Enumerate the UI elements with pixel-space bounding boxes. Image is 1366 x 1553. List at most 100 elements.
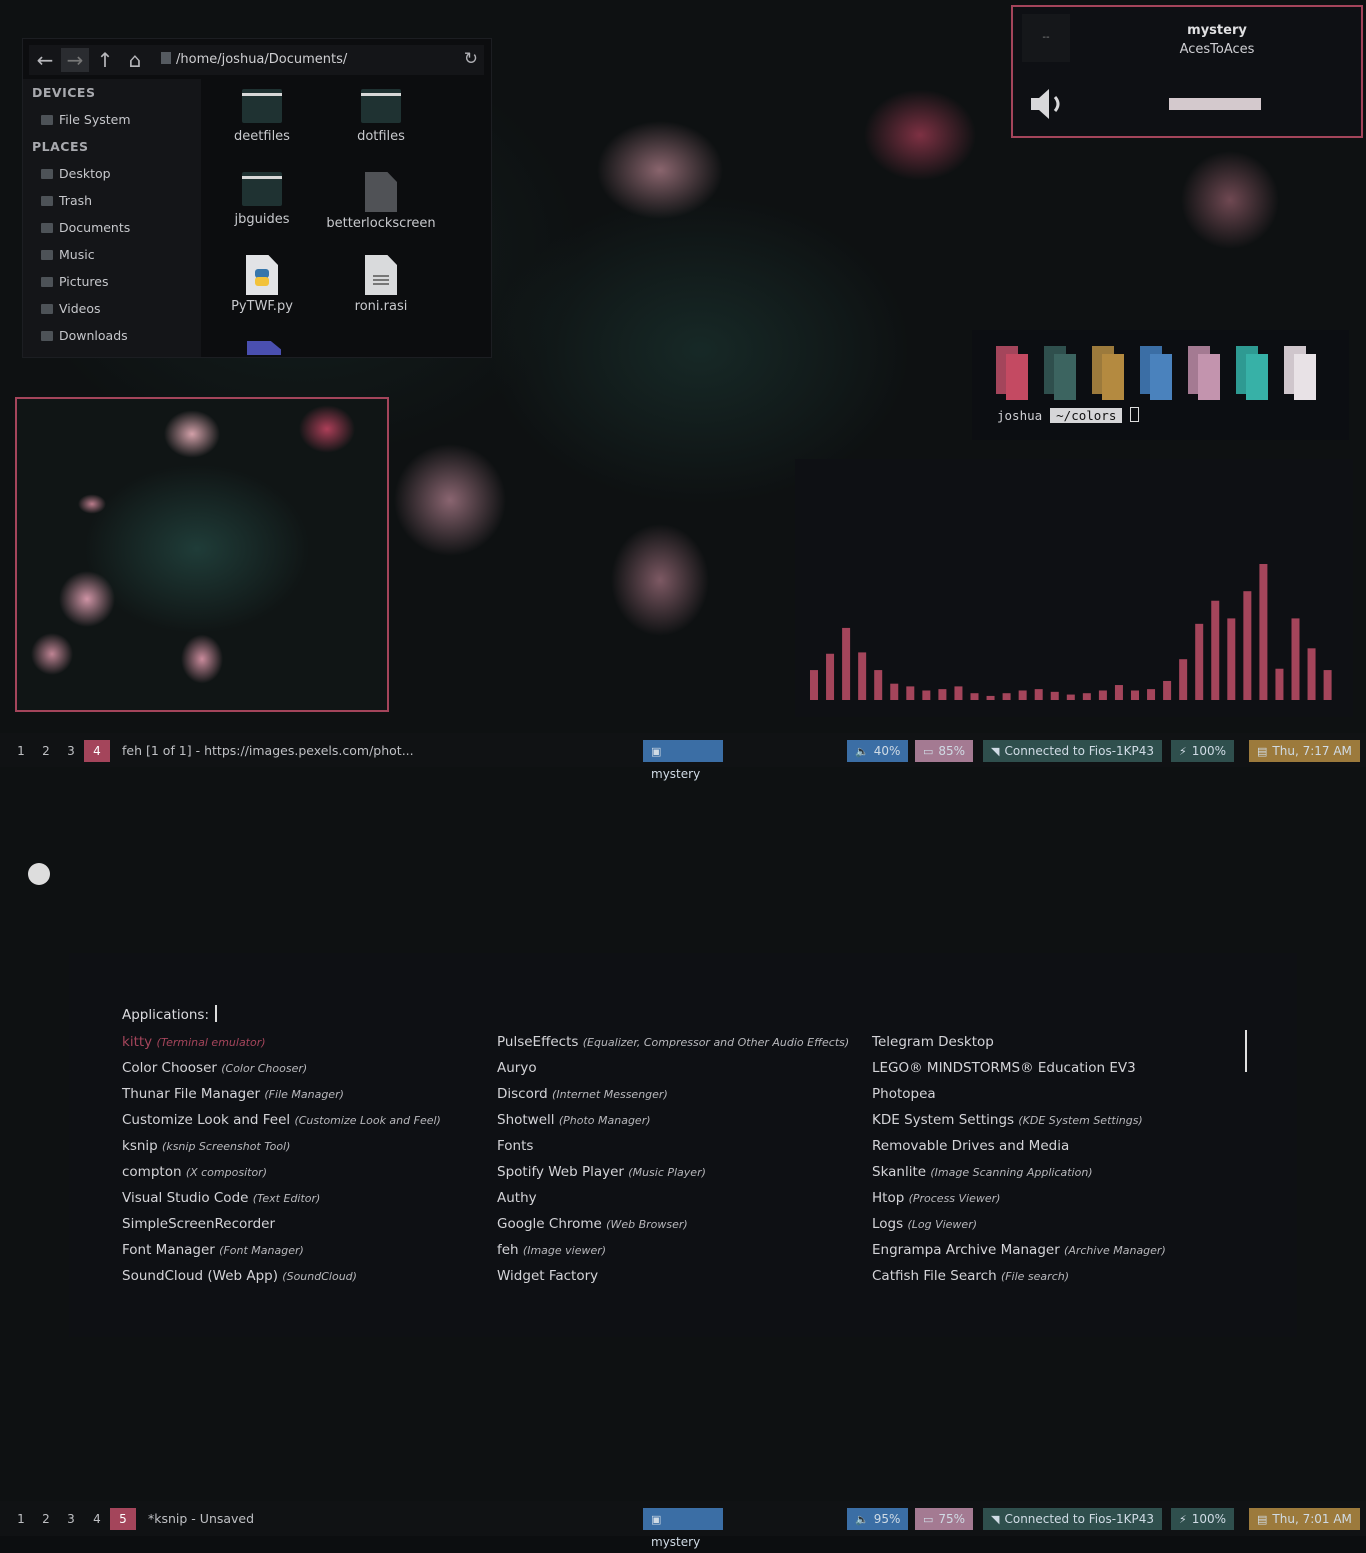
file-item[interactable]: PyTWF.py: [207, 255, 317, 314]
file-item[interactable]: roni.rasi: [326, 255, 436, 314]
workspace-2[interactable]: 2: [33, 740, 59, 762]
workspace-3[interactable]: 3: [58, 740, 84, 762]
memory-icon: ▭: [923, 745, 934, 758]
workspace-4[interactable]: 4: [84, 740, 110, 762]
launcher-entry[interactable]: KDE System Settings (KDE System Settings…: [872, 1112, 1143, 1128]
file-icon[interactable]: [247, 341, 281, 355]
launcher-scrollbar[interactable]: [1245, 1030, 1247, 1072]
forward-button[interactable]: →: [61, 48, 89, 72]
bottom-status-bar: 12345 *ksnip - Unsaved ▣mystery 🔈 95% ▭ 75…: [0, 1501, 1366, 1549]
launcher-entry[interactable]: ksnip (ksnip Screenshot Tool): [122, 1138, 290, 1154]
launcher-entry[interactable]: Skanlite (Image Scanning Application): [872, 1164, 1093, 1180]
speaker-icon[interactable]: [1027, 84, 1067, 124]
launcher-prompt[interactable]: Applications:: [122, 1005, 218, 1023]
back-button[interactable]: ←: [31, 48, 59, 72]
app-name: ksnip: [122, 1138, 158, 1154]
workspace-5[interactable]: 5: [110, 1508, 136, 1530]
sidebar-item-music[interactable]: Music: [41, 247, 95, 262]
clock-module[interactable]: ▤ Thu, 7:01 AM: [1249, 1508, 1360, 1530]
file-item[interactable]: jbguides: [207, 172, 317, 227]
workspace-4[interactable]: 4: [84, 1508, 110, 1530]
launcher-entry[interactable]: Photopea: [872, 1086, 936, 1102]
launcher-entry[interactable]: Visual Studio Code (Text Editor): [122, 1190, 320, 1206]
launcher-entry[interactable]: Fonts: [497, 1138, 533, 1154]
color-swatch: [1044, 346, 1076, 400]
app-name: Customize Look and Feel: [122, 1112, 291, 1128]
music-module[interactable]: ▣mystery: [643, 1508, 723, 1549]
sidebar-item-desktop[interactable]: Desktop: [41, 166, 111, 181]
file-item[interactable]: deetfiles: [207, 89, 317, 144]
battery-icon: ⚡: [1179, 1513, 1187, 1526]
place-icon: [41, 250, 53, 260]
launcher-entry[interactable]: Color Chooser (Color Chooser): [122, 1060, 307, 1076]
launcher-entry[interactable]: SimpleScreenRecorder: [122, 1216, 275, 1232]
file-item[interactable]: betterlockscreen: [326, 172, 436, 231]
script-file-icon: [365, 172, 397, 212]
application-launcher[interactable]: Applications: kitty (Terminal emulator) C…: [69, 953, 1297, 1337]
memory-module: ▭ 75%: [915, 1508, 974, 1530]
app-name: Htop: [872, 1190, 905, 1206]
launcher-entry[interactable]: Telegram Desktop: [872, 1034, 994, 1050]
sidebar-item-downloads[interactable]: Downloads: [41, 328, 128, 343]
path-bar[interactable]: /home/joshua/Documents/: [161, 45, 347, 75]
launcher-entry[interactable]: Htop (Process Viewer): [872, 1190, 1000, 1206]
launcher-entry[interactable]: feh (Image viewer): [497, 1242, 606, 1258]
visualizer-bar: [1066, 694, 1075, 700]
file-item[interactable]: dotfiles: [326, 89, 436, 144]
volume-module[interactable]: 🔈 40%: [847, 740, 909, 762]
sidebar-item-label: Videos: [59, 301, 101, 316]
launcher-entry[interactable]: Google Chrome (Web Browser): [497, 1216, 688, 1232]
sidebar-item-file-system[interactable]: File System: [41, 112, 131, 127]
launcher-entry[interactable]: Discord (Internet Messenger): [497, 1086, 668, 1102]
app-description: (Photo Manager): [558, 1114, 651, 1127]
launcher-entry[interactable]: Thunar File Manager (File Manager): [122, 1086, 344, 1102]
music-module[interactable]: ▣mystery: [643, 740, 723, 781]
wifi-module[interactable]: ◥ Connected to Fios-1KP43: [983, 740, 1163, 762]
wifi-module[interactable]: ◥ Connected to Fios-1KP43: [983, 1508, 1163, 1530]
launcher-entry[interactable]: Removable Drives and Media: [872, 1138, 1069, 1154]
sidebar-item-documents[interactable]: Documents: [41, 220, 130, 235]
image-viewer-window[interactable]: [15, 397, 389, 712]
launcher-entry[interactable]: compton (X compositor): [122, 1164, 267, 1180]
launcher-entry[interactable]: PulseEffects (Equalizer, Compressor and …: [497, 1034, 849, 1050]
workspace-1[interactable]: 1: [8, 740, 34, 762]
sidebar-item-pictures[interactable]: Pictures: [41, 274, 109, 289]
launcher-entry[interactable]: Engrampa Archive Manager (Archive Manage…: [872, 1242, 1166, 1258]
launcher-entry[interactable]: kitty (Terminal emulator): [122, 1034, 266, 1050]
sidebar-item-label: Music: [59, 247, 95, 262]
clock-module[interactable]: ▤ Thu, 7:17 AM: [1249, 740, 1360, 762]
launcher-entry[interactable]: Auryo: [497, 1060, 537, 1076]
workspace-1[interactable]: 1: [8, 1508, 34, 1530]
workspace-3[interactable]: 3: [58, 1508, 84, 1530]
app-description: (Internet Messenger): [552, 1088, 668, 1101]
reload-icon[interactable]: ↻: [464, 49, 478, 69]
launcher-entry[interactable]: Shotwell (Photo Manager): [497, 1112, 651, 1128]
launcher-entry[interactable]: LEGO® MINDSTORMS® Education EV3: [872, 1060, 1136, 1076]
launcher-entry[interactable]: Font Manager (Font Manager): [122, 1242, 304, 1258]
place-icon: [41, 196, 53, 206]
volume-slider[interactable]: [1169, 98, 1261, 110]
workspace-2[interactable]: 2: [33, 1508, 59, 1530]
visualizer-bar: [890, 683, 899, 700]
file-name: betterlockscreen: [326, 216, 436, 231]
home-icon[interactable]: ⌂: [121, 48, 149, 72]
volume-module[interactable]: 🔈 95%: [847, 1508, 909, 1530]
launcher-entry[interactable]: Spotify Web Player (Music Player): [497, 1164, 706, 1180]
app-description: (ksnip Screenshot Tool): [162, 1140, 291, 1153]
sidebar-item-trash[interactable]: Trash: [41, 193, 92, 208]
color-swatch: [1140, 346, 1172, 400]
app-name: Shotwell: [497, 1112, 555, 1128]
app-description: (X compositor): [185, 1166, 267, 1179]
launcher-entry[interactable]: Authy: [497, 1190, 537, 1206]
sidebar-item-videos[interactable]: Videos: [41, 301, 101, 316]
sidebar-item-label: Documents: [59, 220, 131, 235]
color-swatch: [1092, 346, 1124, 400]
launcher-entry[interactable]: Widget Factory: [497, 1268, 598, 1284]
visualizer-bar: [826, 653, 835, 700]
file-manager-window[interactable]: ← → ↑ ⌂ /home/joshua/Documents/ ↻ DEVICE…: [22, 38, 492, 358]
launcher-entry[interactable]: Catfish File Search (File search): [872, 1268, 1069, 1284]
up-button[interactable]: ↑: [91, 48, 119, 72]
launcher-entry[interactable]: Customize Look and Feel (Customize Look …: [122, 1112, 441, 1128]
launcher-entry[interactable]: Logs (Log Viewer): [872, 1216, 977, 1232]
launcher-entry[interactable]: SoundCloud (Web App) (SoundCloud): [122, 1268, 357, 1284]
